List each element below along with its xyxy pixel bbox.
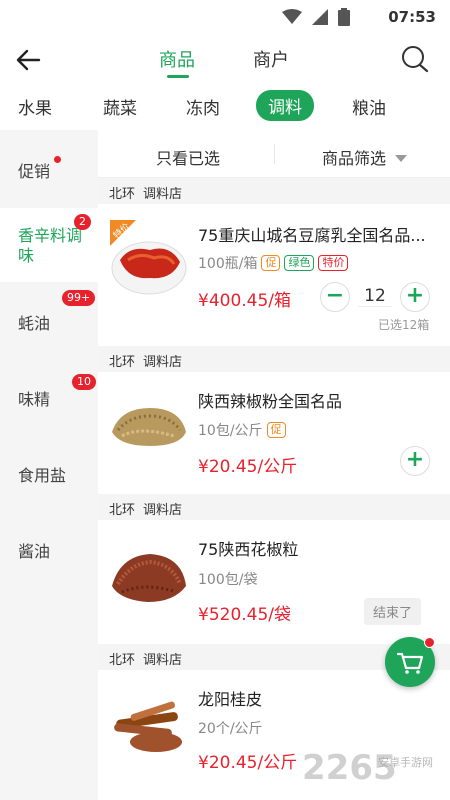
app-root: 07:53 商品 商户 水果 蔬菜 冻肉 调料 粮油 促销 香辛料调味 2 蚝油… bbox=[0, 0, 450, 800]
shop-name: 调料店 bbox=[143, 187, 183, 202]
top-header: 商品 商户 bbox=[0, 34, 450, 86]
cart-button[interactable] bbox=[385, 637, 435, 687]
sidebar-item-oyster-sauce[interactable]: 蚝油 99+ bbox=[0, 282, 98, 358]
shop-name: 调料店 bbox=[143, 355, 183, 370]
special-price-tag: 特价 bbox=[318, 255, 349, 271]
sidebar-item-promo[interactable]: 促销 bbox=[0, 130, 98, 208]
category-seasoning[interactable]: 调料 bbox=[256, 90, 314, 121]
sidebar-badge: 99+ bbox=[62, 290, 96, 306]
promo-tag: 促 bbox=[266, 422, 286, 438]
signal-icon bbox=[312, 9, 328, 25]
watermark-text: 安卓手游网 bbox=[378, 756, 433, 769]
category-grain-oil[interactable]: 粮油 bbox=[352, 94, 386, 119]
back-arrow-icon bbox=[16, 49, 41, 71]
spec-text: 100包/袋 bbox=[198, 572, 258, 588]
sidebar-item-label: 促销 bbox=[18, 162, 51, 181]
category-bar: 水果 蔬菜 冻肉 调料 粮油 bbox=[0, 86, 450, 128]
product-image bbox=[112, 408, 186, 446]
product-price: ¥520.45/袋 bbox=[198, 605, 292, 625]
product-card[interactable]: 龙阳桂皮 20个/公斤 ¥20.45/公斤 bbox=[98, 670, 450, 800]
filter-divider bbox=[274, 144, 275, 164]
sidebar-item-label: 食用盐 bbox=[18, 466, 67, 485]
category-frozen-meat[interactable]: 冻肉 bbox=[186, 94, 220, 119]
product-spec: 100瓶/箱 促 绿色 特价 bbox=[198, 253, 349, 273]
tab-products[interactable]: 商品 bbox=[159, 46, 195, 72]
cart-dot bbox=[424, 637, 435, 648]
product-name: 陕西辣椒粉全国名品 bbox=[198, 392, 343, 411]
sidebar-item-soy-sauce[interactable]: 酱油 bbox=[0, 510, 98, 586]
battery-icon bbox=[338, 8, 350, 26]
increase-qty-button[interactable]: + bbox=[400, 282, 430, 312]
category-fruit[interactable]: 水果 bbox=[18, 94, 52, 119]
sidebar-item-label: 蚝油 bbox=[18, 314, 51, 333]
product-card[interactable]: 75陕西花椒粒 100包/袋 ¥520.45/袋 结束了 bbox=[98, 520, 450, 648]
shop-area: 北环 bbox=[109, 355, 136, 370]
sidebar: 促销 香辛料调味 2 蚝油 99+ 味精 10 食用盐 酱油 bbox=[0, 130, 98, 800]
product-card[interactable]: 陕西辣椒粉全国名品 10包/公斤 促 ¥20.45/公斤 + bbox=[98, 372, 450, 492]
sidebar-item-spices[interactable]: 香辛料调味 2 bbox=[0, 208, 98, 282]
search-icon bbox=[402, 46, 429, 73]
sidebar-badge: 2 bbox=[74, 214, 91, 230]
shop-area: 北环 bbox=[109, 503, 136, 518]
search-button[interactable] bbox=[400, 44, 430, 74]
filter-bar: 只看已选 商品筛选 bbox=[98, 130, 450, 178]
shop-header: 北环 调料店 bbox=[98, 178, 450, 204]
shop-name: 调料店 bbox=[143, 653, 183, 668]
triangle-down-icon bbox=[395, 155, 408, 162]
decrease-qty-button[interactable]: − bbox=[320, 282, 350, 312]
shop-header: 北环 调料店 bbox=[98, 494, 450, 520]
product-image bbox=[112, 554, 186, 602]
only-selected-toggle[interactable]: 只看已选 bbox=[156, 145, 220, 169]
add-to-cart-button[interactable]: + bbox=[400, 446, 430, 476]
quantity-field[interactable]: 12 bbox=[358, 286, 392, 307]
product-image bbox=[114, 701, 182, 752]
product-spec: 100包/袋 bbox=[198, 569, 257, 589]
tab-merchants[interactable]: 商户 bbox=[253, 46, 289, 72]
category-vegetables[interactable]: 蔬菜 bbox=[103, 94, 137, 119]
sidebar-badge: 10 bbox=[72, 374, 96, 390]
product-name: 龙阳桂皮 bbox=[198, 690, 263, 709]
shop-area: 北环 bbox=[109, 653, 136, 668]
spec-text: 20个/公斤 bbox=[198, 721, 263, 737]
spec-text: 10包/公斤 bbox=[198, 423, 263, 439]
product-spec: 10包/公斤 促 bbox=[198, 420, 286, 440]
sidebar-item-label: 味精 bbox=[18, 390, 51, 409]
status-icons bbox=[282, 8, 350, 26]
ended-button[interactable]: 结束了 bbox=[364, 598, 422, 625]
shop-area: 北环 bbox=[109, 187, 136, 202]
tab-active-indicator bbox=[167, 75, 189, 78]
promo-dot bbox=[54, 156, 61, 163]
spec-text: 100瓶/箱 bbox=[198, 256, 258, 272]
filter-label: 商品筛选 bbox=[322, 149, 387, 168]
wifi-icon bbox=[282, 9, 302, 24]
selected-count: 已选12箱 bbox=[378, 318, 430, 332]
green-tag: 绿色 bbox=[284, 255, 315, 271]
product-name: 75陕西花椒粒 bbox=[198, 540, 299, 559]
product-filter-dropdown[interactable]: 商品筛选 bbox=[322, 145, 408, 169]
product-spec: 20个/公斤 bbox=[198, 718, 263, 738]
sidebar-item-label: 香辛料调味 bbox=[18, 226, 83, 265]
shop-name: 调料店 bbox=[143, 503, 183, 518]
product-price: ¥20.45/公斤 bbox=[198, 457, 298, 477]
sidebar-item-label: 酱油 bbox=[18, 542, 51, 561]
promo-tag: 促 bbox=[261, 255, 281, 271]
product-price: ¥400.45/箱 bbox=[198, 291, 292, 311]
status-time: 07:53 bbox=[388, 8, 436, 26]
product-list: 北环 调料店 特价 75重庆山城名豆腐乳全国名品... 100瓶/箱 促 绿色 特… bbox=[98, 178, 450, 800]
status-bar: 07:53 bbox=[0, 0, 450, 34]
product-name: 75重庆山城名豆腐乳全国名品... bbox=[198, 226, 426, 245]
product-price: ¥20.45/公斤 bbox=[198, 753, 298, 773]
back-button[interactable] bbox=[14, 46, 44, 74]
sidebar-item-msg[interactable]: 味精 10 bbox=[0, 358, 98, 434]
product-card[interactable]: 特价 75重庆山城名豆腐乳全国名品... 100瓶/箱 促 绿色 特价 ¥400… bbox=[98, 204, 450, 346]
shop-header: 北环 调料店 bbox=[98, 346, 450, 372]
sidebar-item-salt[interactable]: 食用盐 bbox=[0, 434, 98, 510]
